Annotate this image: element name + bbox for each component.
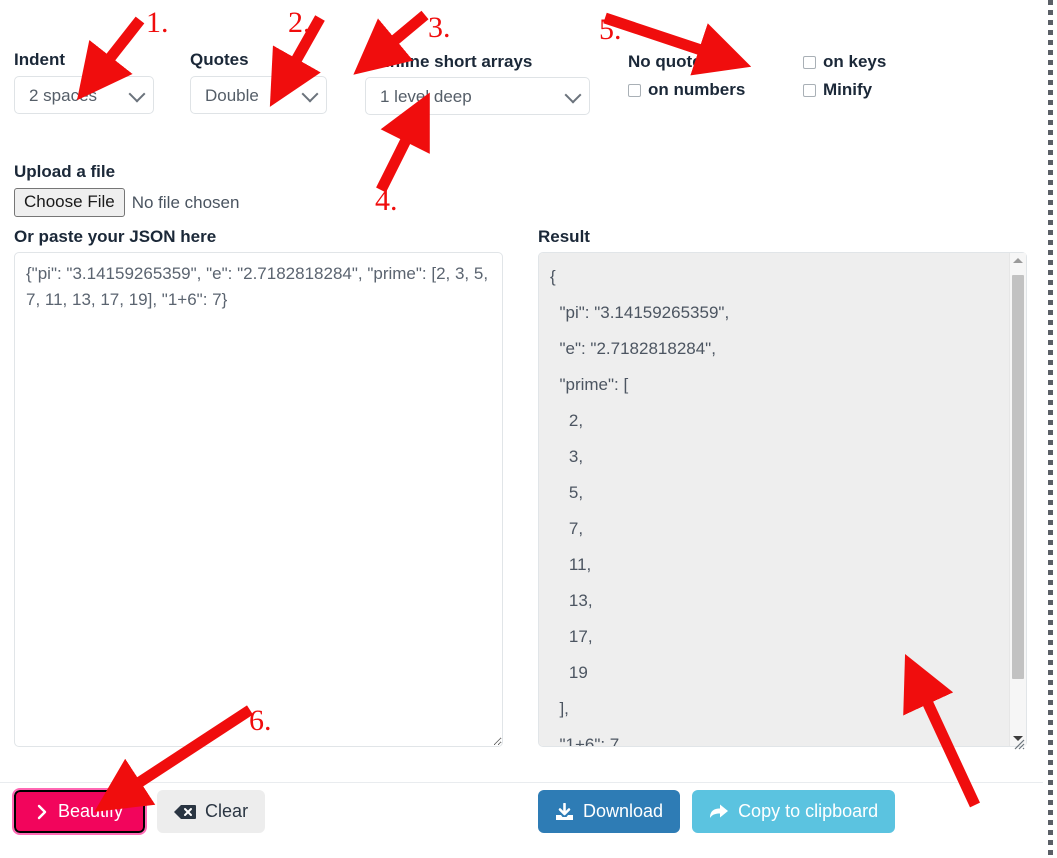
upload-title: Upload a file (14, 162, 116, 181)
input-section: Or paste your JSON here (14, 227, 503, 752)
inline-short-arrays-group: Inline short arrays 1 level deep (365, 52, 590, 115)
section-divider (0, 782, 1043, 783)
no-quotes-on-numbers-label: on numbers (648, 80, 746, 99)
no-quotes-on-keys-label: on keys (823, 52, 887, 71)
beautify-button-label: Beautify (58, 801, 124, 821)
result-textarea-wrap (538, 252, 1027, 752)
no-quotes-on-keys-row[interactable]: on keys (803, 52, 886, 72)
inline-short-arrays-row[interactable]: Inline short arrays (365, 52, 590, 72)
annotation-number-3: 3. (428, 11, 451, 44)
no-quotes-label: No quotes: (628, 52, 717, 71)
annotation-number-4: 4. (375, 184, 398, 217)
minify-checkbox[interactable] (803, 83, 816, 97)
copy-button-label: Copy to clipboard (738, 801, 879, 821)
download-icon (555, 802, 574, 821)
no-quotes-on-keys-checkbox[interactable] (803, 55, 816, 69)
inline-short-arrays-checkbox[interactable] (365, 55, 378, 69)
annotation-number-5: 5. (599, 13, 622, 46)
inline-depth-select-wrap: 1 level deep (365, 77, 590, 115)
json-input-textarea[interactable] (14, 252, 503, 747)
result-title: Result (538, 227, 590, 246)
result-section: Result (538, 227, 1027, 752)
indent-option-group: Indent 2 spaces (14, 50, 154, 114)
page-right-dotted-edge (1048, 0, 1053, 858)
choose-file-button[interactable]: Choose File (14, 188, 125, 217)
json-beautifier-page: Indent 2 spaces Quotes Double Inline sho… (0, 0, 1057, 858)
beautify-button[interactable]: Beautify (11, 788, 148, 835)
quotes-option-group: Quotes Double (190, 50, 327, 114)
annotation-number-2: 2. (288, 6, 311, 39)
input-title: Or paste your JSON here (14, 227, 217, 246)
share-arrow-icon (709, 803, 729, 820)
quotes-label: Quotes (190, 50, 249, 69)
indent-select[interactable]: 2 spaces (14, 76, 154, 114)
file-status-text: No file chosen (131, 192, 240, 212)
no-quotes-on-numbers-checkbox[interactable] (628, 83, 641, 97)
no-quotes-on-numbers-row[interactable]: on numbers (628, 80, 745, 100)
file-input-row[interactable]: Choose File No file chosen (14, 188, 239, 217)
annotation-number-6: 6. (249, 704, 272, 737)
annotation-number-1: 1. (146, 6, 169, 39)
indent-select-wrap: 2 spaces (14, 76, 154, 114)
json-result-textarea[interactable] (538, 252, 1027, 747)
backspace-icon (174, 804, 197, 820)
chevron-right-icon (36, 804, 49, 820)
clear-button[interactable]: Clear (157, 790, 266, 833)
no-quotes-group: No quotes: on numbers (628, 52, 745, 100)
annotation-arrow-4 (376, 92, 430, 193)
right-actions: Download Copy to clipboard (538, 790, 896, 833)
minify-label: Minify (823, 80, 873, 99)
quotes-select-wrap: Double (190, 76, 327, 114)
annotation-arrow-3 (353, 10, 429, 75)
indent-label: Indent (14, 50, 65, 69)
quotes-select[interactable]: Double (190, 76, 327, 114)
inline-depth-select[interactable]: 1 level deep (365, 77, 590, 115)
upload-section: Upload a file Choose File No file chosen (14, 162, 239, 217)
copy-to-clipboard-button[interactable]: Copy to clipboard (692, 790, 896, 833)
minify-row[interactable]: Minify (803, 80, 886, 100)
keys-minify-group: on keys Minify (803, 52, 886, 100)
left-actions: Beautify Clear (11, 788, 266, 835)
inline-short-arrays-label: Inline short arrays (385, 52, 533, 71)
download-button-label: Download (583, 801, 664, 821)
clear-button-label: Clear (205, 801, 249, 821)
download-button[interactable]: Download (538, 790, 681, 833)
